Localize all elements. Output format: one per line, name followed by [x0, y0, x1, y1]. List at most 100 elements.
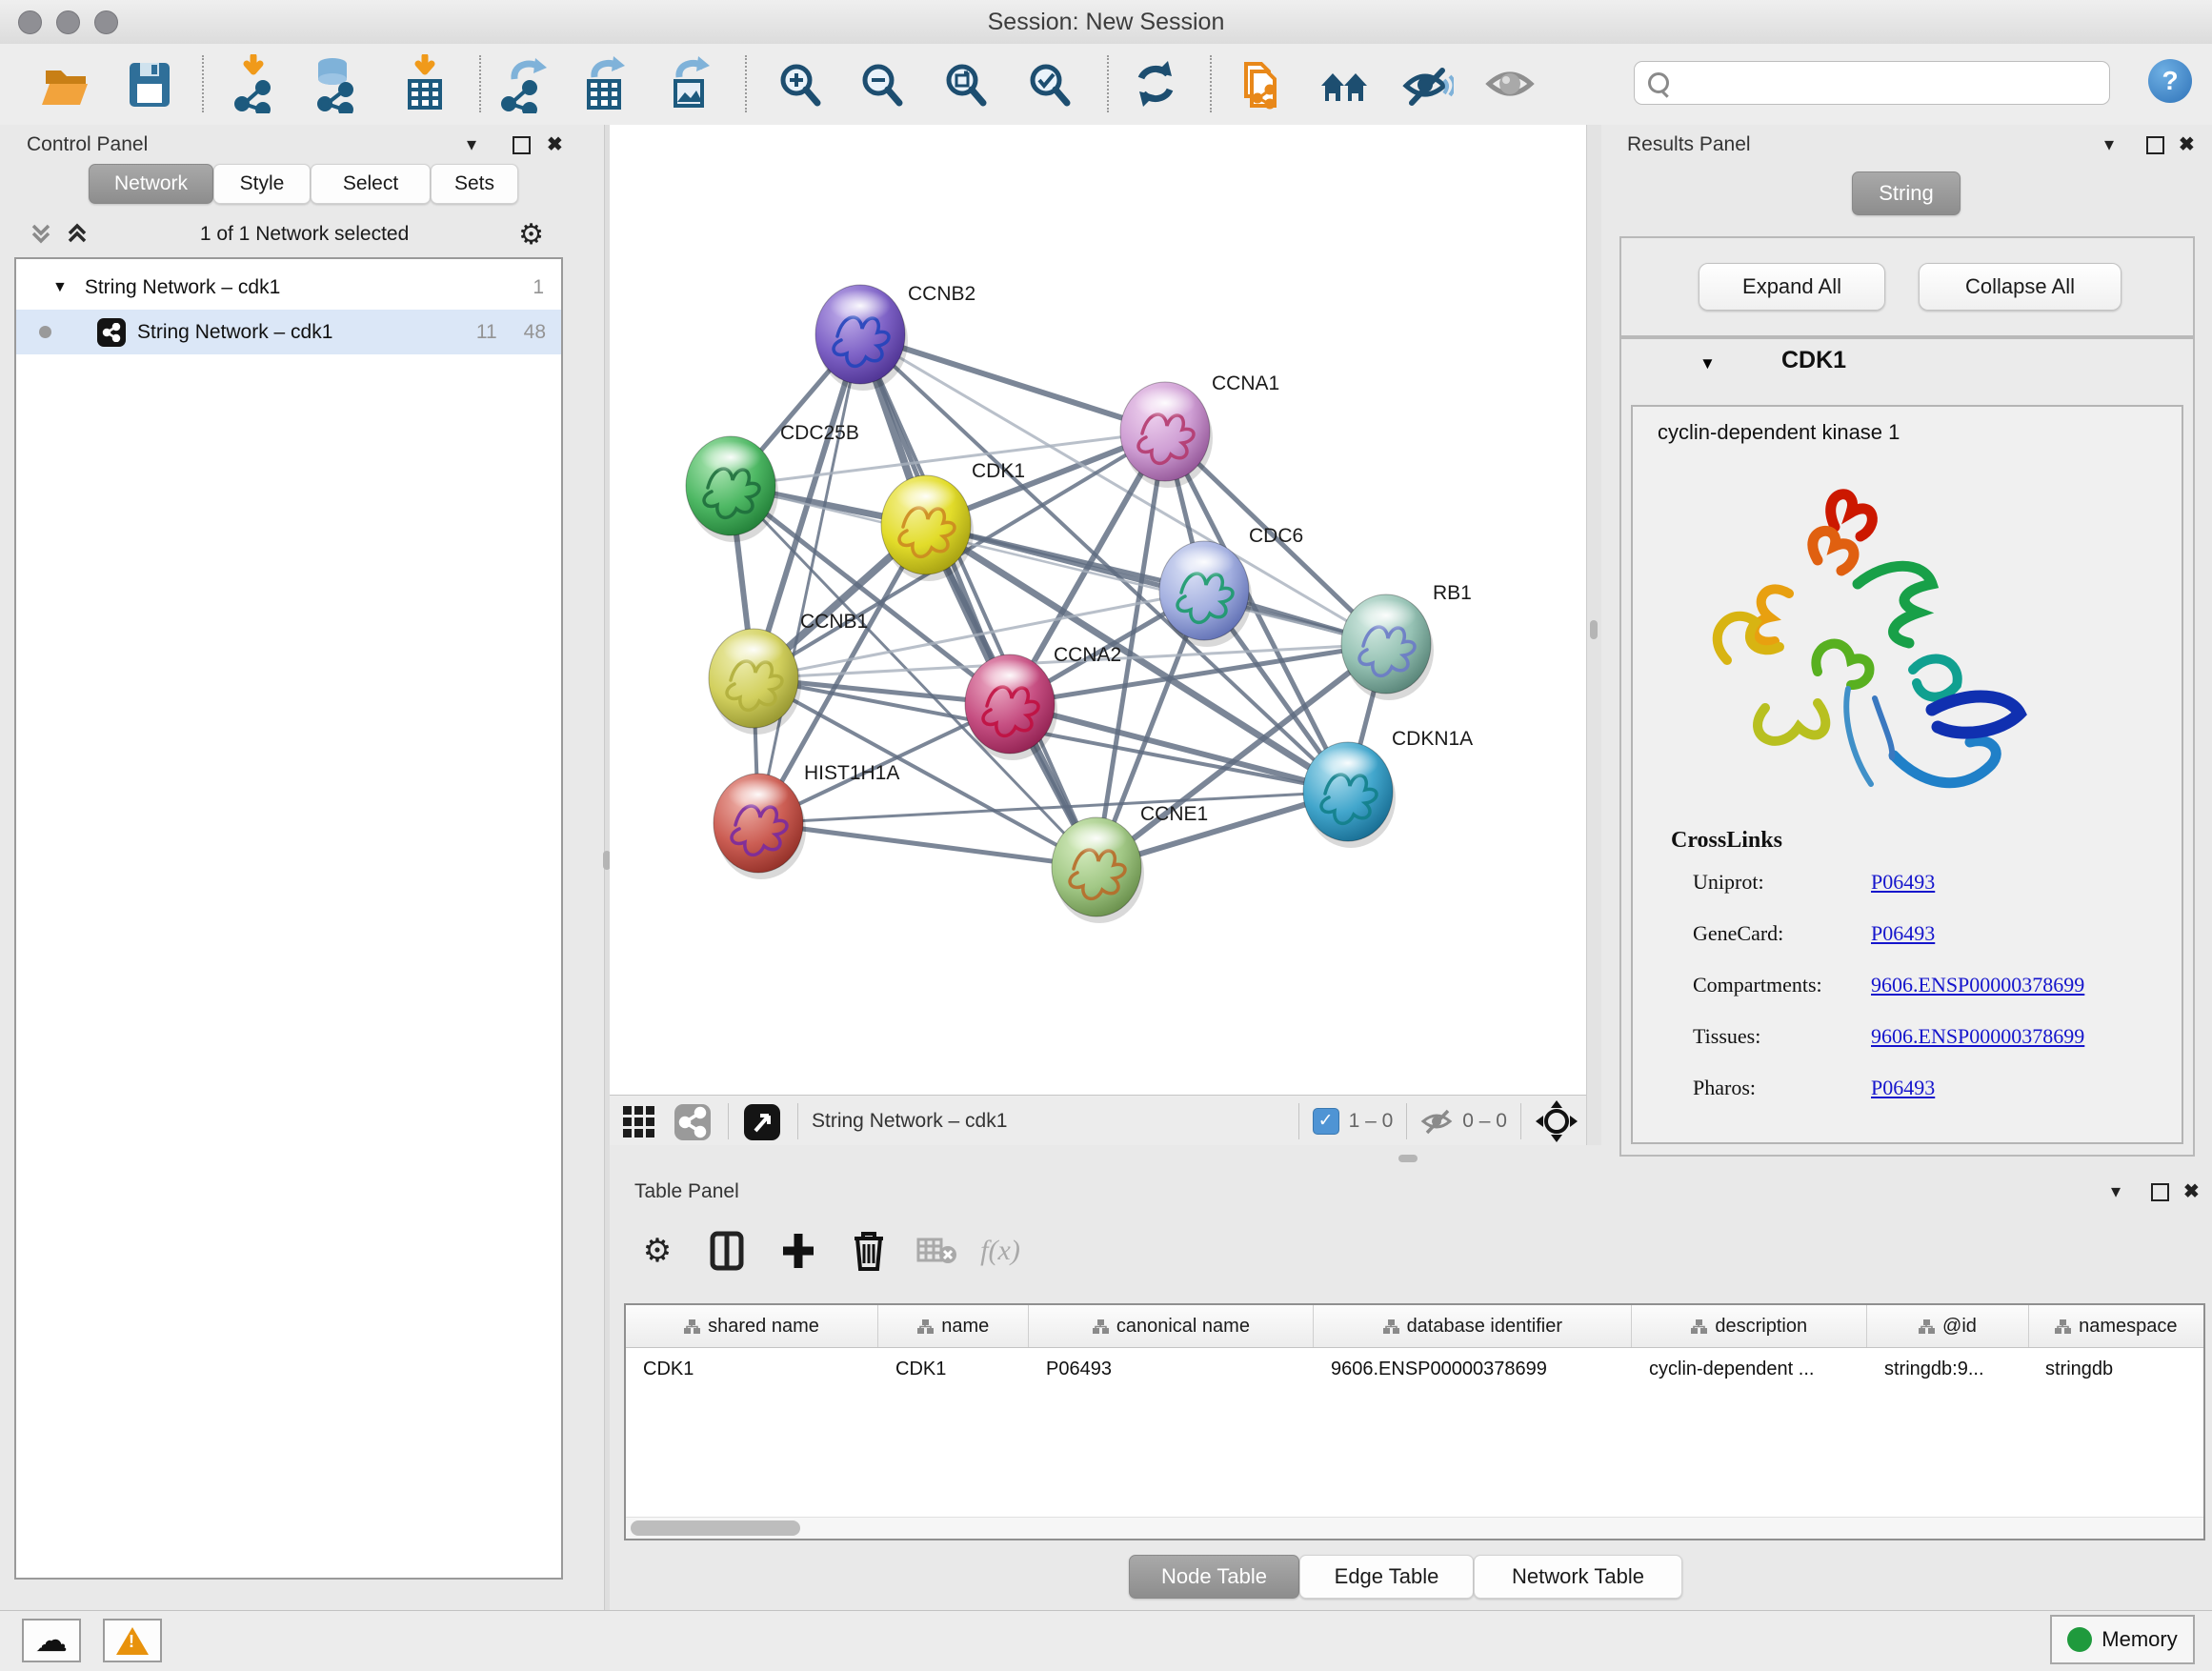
splitter-handle[interactable] [1590, 620, 1598, 639]
import-network-database-icon[interactable] [310, 53, 363, 114]
network-edge[interactable] [758, 823, 1096, 867]
tab-node-table[interactable]: Node Table [1129, 1555, 1299, 1599]
network-node-rb1[interactable]: RB1 [1341, 582, 1472, 700]
export-table-icon[interactable] [577, 53, 631, 114]
open-file-network-icon[interactable] [1233, 53, 1286, 114]
help-button[interactable]: ? [2148, 59, 2192, 103]
collapse-all-icon[interactable] [28, 222, 54, 247]
column-header[interactable]: @id [1867, 1305, 2028, 1347]
delete-table-icon[interactable] [911, 1224, 964, 1278]
save-session-icon[interactable] [122, 53, 175, 114]
tab-network-table[interactable]: Network Table [1474, 1555, 1682, 1599]
panel-close-icon[interactable]: ✖ [2183, 1179, 2200, 1203]
network-edge[interactable] [860, 334, 1096, 867]
export-image-icon[interactable] [662, 53, 715, 114]
panel-menu-icon[interactable]: ▾ [2104, 132, 2114, 156]
warnings-button[interactable] [103, 1619, 162, 1662]
column-header[interactable]: shared name [626, 1305, 878, 1347]
birdseye-grid-icon[interactable] [621, 1102, 659, 1140]
node-label: RB1 [1433, 582, 1472, 604]
memory-status-icon [2067, 1627, 2092, 1652]
network-node-ccna1[interactable]: CCNA1 [1120, 372, 1279, 488]
cloud-button[interactable]: ☁ [22, 1619, 81, 1662]
column-header[interactable]: database identifier [1314, 1305, 1632, 1347]
network-edge[interactable] [758, 334, 860, 823]
panel-float-icon[interactable] [2151, 1183, 2169, 1201]
network-row[interactable]: String Network – cdk1 11 48 [16, 310, 561, 354]
import-table-file-icon[interactable] [398, 53, 452, 114]
panel-close-icon[interactable]: ✖ [2179, 132, 2195, 156]
zoom-out-icon[interactable] [855, 53, 909, 114]
crosslink-link[interactable]: 9606.ENSP00000378699 [1871, 1024, 2084, 1049]
delete-column-trash-icon[interactable] [842, 1224, 895, 1278]
share-view-icon[interactable] [673, 1100, 714, 1142]
string-home-icon[interactable] [1317, 53, 1371, 114]
hide-glass-eye-icon[interactable] [1400, 53, 1454, 114]
zoom-selected-icon[interactable] [1023, 53, 1076, 114]
network-node-cdc6[interactable]: CDC6 [1159, 525, 1303, 647]
tab-network[interactable]: Network [89, 164, 213, 204]
network-canvas[interactable]: CCNB2CCNA1CDC25BCDK1CDC6RB1CCNB1CCNA2CDK… [610, 125, 1586, 1095]
tab-select[interactable]: Select [311, 164, 431, 204]
expand-all-icon[interactable] [64, 222, 90, 247]
import-network-file-icon[interactable] [231, 53, 284, 114]
table-settings-gear-icon[interactable]: ⚙ [631, 1224, 684, 1278]
crosslink-link[interactable]: P06493 [1871, 1076, 1935, 1100]
crosslink-link[interactable]: P06493 [1871, 870, 1935, 895]
status-network-title: String Network – cdk1 [812, 1110, 1007, 1133]
node-label: HIST1H1A [804, 762, 899, 784]
expand-all-button[interactable]: Expand All [1699, 263, 1885, 311]
network-collection-row[interactable]: ▼ String Network – cdk1 1 [16, 265, 561, 310]
network-graph[interactable]: CCNB2CCNA1CDC25BCDK1CDC6RB1CCNB1CCNA2CDK… [610, 125, 1586, 1095]
network-node-cdkn1a[interactable]: CDKN1A [1303, 728, 1473, 848]
node-label: CCNE1 [1140, 803, 1208, 825]
crosslink-label: Tissues: [1693, 1024, 1760, 1049]
tab-string[interactable]: String [1852, 171, 1961, 215]
function-builder-fx[interactable]: f(x) [974, 1224, 1027, 1278]
horizontal-scrollbar[interactable] [626, 1517, 2203, 1539]
open-in-window-icon[interactable] [742, 1100, 784, 1142]
zoom-fit-icon[interactable] [939, 53, 993, 114]
table-row[interactable]: CDK1 CDK1 P06493 9606.ENSP00000378699 cy… [626, 1348, 2203, 1391]
tab-style[interactable]: Style [213, 164, 311, 204]
column-header[interactable]: name [878, 1305, 1029, 1347]
node-label: CDK1 [972, 460, 1025, 482]
collapse-all-button[interactable]: Collapse All [1919, 263, 2122, 311]
collection-expand-icon[interactable]: ▼ [52, 279, 68, 296]
scrollbar-thumb[interactable] [631, 1520, 800, 1536]
panel-menu-icon[interactable]: ▾ [2111, 1179, 2121, 1203]
tab-edge-table[interactable]: Edge Table [1299, 1555, 1474, 1599]
network-node-cdk1[interactable]: CDK1 [881, 460, 1025, 581]
selected-checkbox-icon[interactable]: ✓ [1313, 1108, 1339, 1135]
show-eye-icon[interactable] [1483, 53, 1537, 114]
column-header[interactable]: description [1632, 1305, 1867, 1347]
memory-button[interactable]: Memory [2050, 1615, 2195, 1664]
search-icon [1648, 72, 1669, 93]
refresh-icon[interactable] [1130, 53, 1183, 114]
gene-collapse-icon[interactable]: ▼ [1699, 354, 1716, 373]
tab-sets[interactable]: Sets [431, 164, 518, 204]
hidden-counts: 0 – 0 [1462, 1110, 1507, 1133]
panel-float-icon[interactable] [2146, 136, 2164, 154]
crosslink-link[interactable]: P06493 [1871, 921, 1935, 946]
panel-menu-icon[interactable]: ▾ [467, 132, 476, 156]
search-input[interactable] [1634, 61, 2110, 105]
column-header[interactable]: namespace [2029, 1305, 2203, 1347]
network-node-ccnb2[interactable]: CCNB2 [815, 283, 975, 391]
control-panel: Control Panel ▾ ✖ Network Style Select S… [0, 125, 604, 1610]
network-options-gear-icon[interactable]: ⚙ [518, 218, 544, 252]
create-column-plus-icon[interactable] [772, 1224, 825, 1278]
crosslink-link[interactable]: 9606.ENSP00000378699 [1871, 973, 2084, 997]
open-session-icon[interactable] [38, 53, 91, 114]
column-header[interactable]: canonical name [1029, 1305, 1314, 1347]
zoom-in-icon[interactable] [774, 53, 827, 114]
crosslink-label: Compartments: [1693, 973, 1822, 997]
node-label: CDC25B [780, 422, 859, 444]
panel-float-icon[interactable] [513, 136, 531, 154]
fit-selected-crosshair-icon[interactable] [1535, 1099, 1579, 1143]
show-columns-icon[interactable] [701, 1224, 754, 1278]
panel-close-icon[interactable]: ✖ [547, 132, 563, 156]
splitter-handle[interactable] [1398, 1155, 1418, 1162]
export-network-icon[interactable] [497, 53, 551, 114]
control-panel-tabs: Network Style Select Sets [89, 164, 518, 204]
